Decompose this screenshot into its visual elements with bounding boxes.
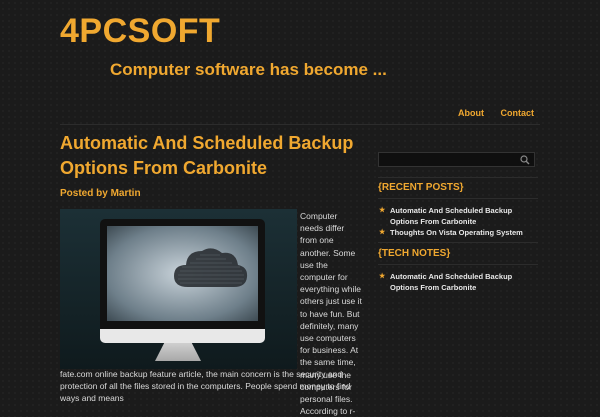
nav-about-link[interactable]: About xyxy=(458,108,484,118)
search-input[interactable] xyxy=(378,152,535,167)
post-byline: Posted by Martin xyxy=(60,188,141,199)
section-divider xyxy=(378,177,538,178)
tech-notes-list: ★ Automatic And Scheduled Backup Options … xyxy=(378,272,538,294)
section-divider xyxy=(378,242,538,243)
star-icon: ★ xyxy=(379,229,386,236)
post-image xyxy=(60,209,297,369)
recent-posts-title: {RECENT POSTS} xyxy=(378,182,464,193)
cloud-icon xyxy=(174,248,248,287)
monitor-stand xyxy=(155,343,201,361)
tech-note-link[interactable]: Automatic And Scheduled Backup Options F… xyxy=(390,272,512,292)
list-item: ★ Thoughts On Vista Operating System xyxy=(378,228,538,239)
star-icon: ★ xyxy=(379,273,386,280)
tech-notes-title: {TECH NOTES} xyxy=(378,248,451,259)
search-icon[interactable] xyxy=(520,155,530,165)
list-item: ★ Automatic And Scheduled Backup Options … xyxy=(378,272,538,293)
monitor-chin xyxy=(100,329,265,343)
section-divider xyxy=(378,264,538,265)
recent-posts-list: ★ Automatic And Scheduled Backup Options … xyxy=(378,206,538,240)
post-body-wide: fate.com online backup feature article, … xyxy=(60,369,351,404)
site-tagline: Computer software has become ... xyxy=(110,60,387,79)
star-icon: ★ xyxy=(379,207,386,214)
post-title[interactable]: Automatic And Scheduled Backup Options F… xyxy=(60,131,370,181)
nav-contact-link[interactable]: Contact xyxy=(501,108,535,118)
top-nav: About Contact xyxy=(444,108,534,118)
recent-post-link[interactable]: Thoughts On Vista Operating System xyxy=(390,228,523,237)
section-divider xyxy=(378,198,538,199)
nav-divider xyxy=(60,124,540,125)
recent-post-link[interactable]: Automatic And Scheduled Backup Options F… xyxy=(390,206,512,226)
site-title[interactable]: 4PCSOFT xyxy=(60,12,220,51)
list-item: ★ Automatic And Scheduled Backup Options … xyxy=(378,206,538,227)
